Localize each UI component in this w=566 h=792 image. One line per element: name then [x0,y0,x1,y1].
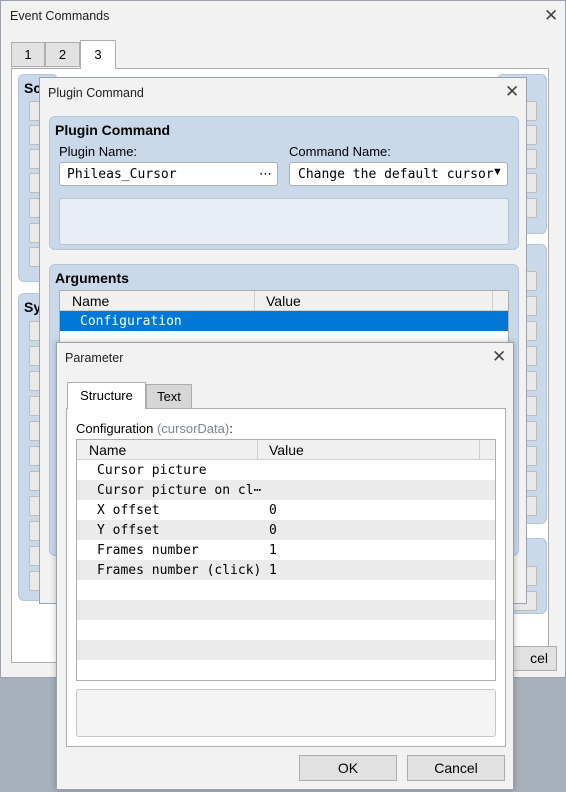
tab-structure[interactable]: Structure [67,382,146,409]
ok-label: OK [337,760,359,776]
tab-3[interactable]: 3 [80,40,116,69]
arguments-group-title: Arguments [55,270,129,286]
window-title: Parameter [65,351,124,365]
table-rows: Cursor picture Cursor picture on cl⋯ X o… [77,460,495,680]
command-name-value: Change the default cursor [298,167,494,182]
empty-row [77,640,495,660]
tab-label: 3 [94,47,102,62]
close-icon[interactable]: ✕ [505,83,519,100]
table-row[interactable]: Frames number (click) 1 [77,560,495,580]
tab-2[interactable]: 2 [45,42,80,67]
chevron-down-icon: ▼ [492,166,503,178]
table-row[interactable]: Frames number 1 [77,540,495,560]
structure-table-header: Name Value [77,440,495,460]
tab-label: 1 [24,47,32,62]
arguments-table-header: Name Value [60,291,508,311]
config-colon: : [229,421,233,436]
row-value: 0 [269,503,277,518]
command-name-label: Command Name: [289,144,391,159]
window-title: Event Commands [10,9,110,23]
column-header-value[interactable]: Value [269,442,304,458]
column-divider [492,291,493,311]
cancel-label: cel [530,650,548,666]
empty-row [77,580,495,600]
row-name: Cursor picture on cl⋯ [97,483,262,498]
arguments-row-selected[interactable]: Configuration [60,311,508,331]
cancel-label: Cancel [434,760,478,776]
column-header-name[interactable]: Name [72,293,109,309]
column-header-value[interactable]: Value [266,293,301,309]
plugin-name-value: Phileas_Cursor [67,167,177,182]
plugin-name-field[interactable]: Phileas_Cursor ⋯ [59,162,278,186]
window-title: Plugin Command [48,86,144,100]
plugin-name-label: Plugin Name: [59,144,138,159]
tab-label: Structure [80,388,133,403]
row-name: Frames number [97,543,199,558]
ok-button[interactable]: OK [299,755,397,781]
parameter-window: Parameter ✕ Structure Text Configuration… [56,342,514,790]
empty-row [77,600,495,620]
close-icon[interactable]: ✕ [544,7,558,24]
table-row[interactable]: Cursor picture [77,460,495,480]
column-divider [254,291,255,311]
row-name: X offset [97,503,160,518]
row-value: 1 [269,563,277,578]
plugin-command-group-title: Plugin Command [55,122,171,138]
config-name: Configuration [76,421,154,436]
row-value: 0 [269,523,277,538]
column-divider [257,440,258,460]
tab-label: 2 [58,47,67,62]
table-row[interactable]: X offset 0 [77,500,495,520]
empty-row [77,660,495,680]
config-key: (cursorData) [156,421,230,436]
argument-name: Configuration [80,314,182,329]
row-name: Y offset [97,523,160,538]
config-label: Configuration (cursorData): [76,421,233,436]
empty-row [77,620,495,640]
row-name: Frames number (click) [97,563,262,578]
command-name-select[interactable]: Change the default cursor ▼ [289,162,508,186]
tab-text[interactable]: Text [146,384,192,409]
table-row[interactable]: Cursor picture on cl⋯ [77,480,495,500]
column-header-name[interactable]: Name [89,442,126,458]
close-icon[interactable]: ✕ [492,348,506,365]
row-value: 1 [269,543,277,558]
row-name: Cursor picture [97,463,207,478]
browse-icon[interactable]: ⋯ [259,166,272,182]
tab-1[interactable]: 1 [11,42,45,67]
structure-table: Name Value Cursor picture Cursor picture… [76,439,496,681]
tab-label: Text [157,389,181,404]
column-divider [479,440,480,460]
table-row[interactable]: Y offset 0 [77,520,495,540]
parameter-description-box [76,689,496,737]
plugin-description-box [59,198,509,245]
cancel-button[interactable]: Cancel [407,755,505,781]
